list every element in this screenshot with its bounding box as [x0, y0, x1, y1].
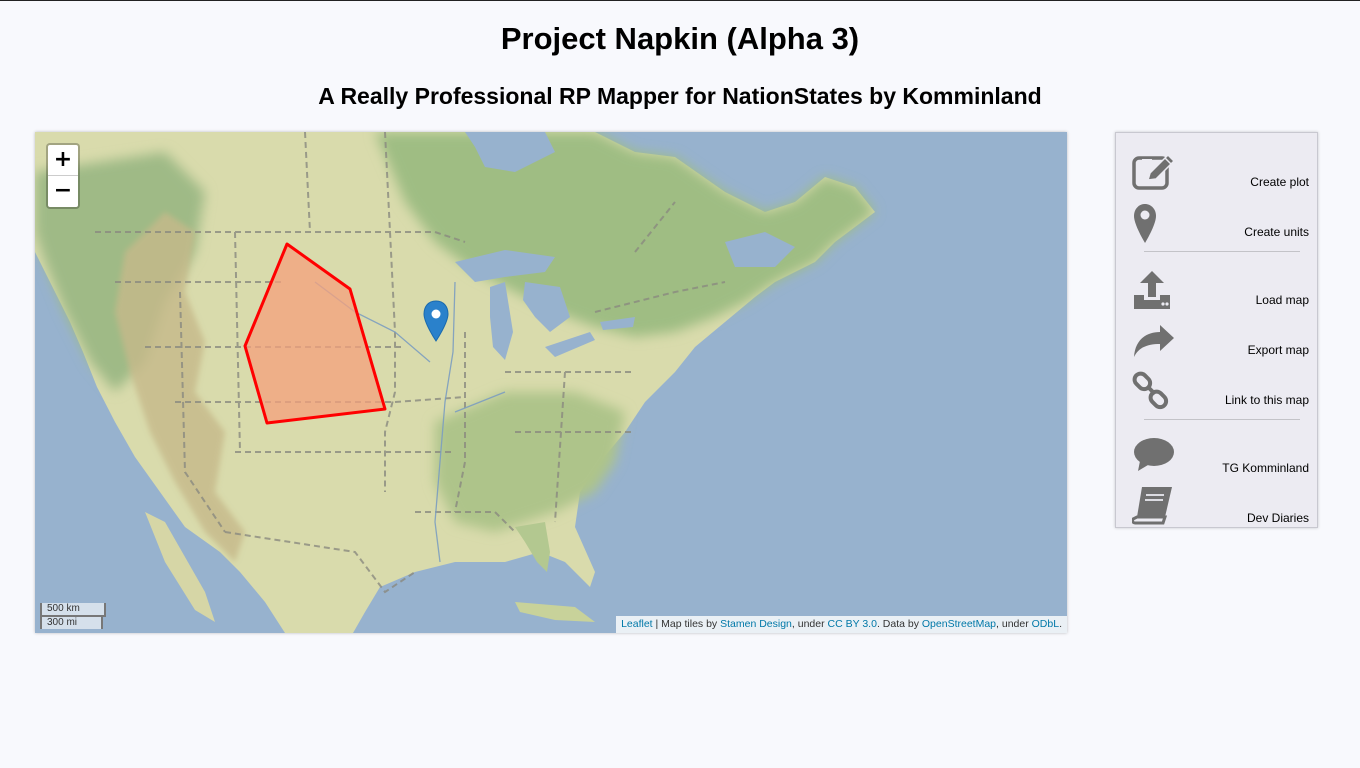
zoom-control: + −	[46, 143, 80, 209]
attribution-text-4: , under	[996, 618, 1032, 630]
export-map-label: Export map	[1247, 343, 1309, 357]
upload-icon	[1134, 271, 1170, 309]
page-title: Project Napkin (Alpha 3)	[500, 21, 860, 56]
tool-panel: Create plot Create units Load map Export…	[1115, 132, 1318, 528]
book-icon	[1132, 487, 1172, 525]
leaflet-link[interactable]: Leaflet	[621, 618, 653, 630]
dev-diaries-button[interactable]: Dev Diaries	[1116, 485, 1319, 531]
attribution-text-1: | Map tiles by	[652, 618, 721, 630]
stamen-link[interactable]: Stamen Design	[720, 618, 792, 630]
map-marker-icon	[1134, 204, 1156, 243]
share-icon	[1134, 325, 1174, 357]
page-subtitle: A Really Professional RP Mapper for Nati…	[318, 83, 1042, 109]
attribution-text-5: .	[1059, 618, 1062, 630]
odbl-link[interactable]: ODbL	[1032, 618, 1059, 630]
edit-icon	[1132, 153, 1176, 190]
zoom-out-button[interactable]: −	[48, 176, 78, 206]
map-tiles[interactable]	[35, 132, 1067, 633]
link-map-label: Link to this map	[1224, 393, 1309, 407]
ccby-link[interactable]: CC BY 3.0	[828, 618, 877, 630]
create-plot-label: Create plot	[1250, 175, 1309, 189]
menu-divider	[1144, 251, 1300, 252]
map-attribution: Leaflet | Map tiles by Stamen Design, un…	[616, 616, 1067, 633]
link-map-button[interactable]: Link to this map	[1116, 367, 1319, 413]
tg-komminland-button[interactable]: TG Komminland	[1116, 435, 1319, 481]
link-icon	[1132, 371, 1169, 410]
load-map-label: Load map	[1255, 293, 1309, 307]
zoom-in-button[interactable]: +	[48, 145, 78, 176]
map-view[interactable]: + − 500 km 300 mi Leaflet | Map tiles by…	[35, 132, 1067, 633]
export-map-button[interactable]: Export map	[1116, 317, 1319, 363]
create-units-button[interactable]: Create units	[1116, 199, 1319, 245]
tg-komminland-label: TG Komminland	[1222, 461, 1309, 475]
scale-bar: 500 km 300 mi	[40, 602, 106, 629]
load-map-button[interactable]: Load map	[1116, 267, 1319, 313]
scale-mi: 300 mi	[40, 615, 103, 629]
attribution-text-2: , under	[791, 618, 828, 630]
create-plot-button[interactable]: Create plot	[1116, 149, 1319, 195]
attribution-text-3: . Data by	[876, 618, 922, 630]
dev-diaries-label: Dev Diaries	[1246, 511, 1309, 525]
menu-divider	[1144, 419, 1300, 420]
osm-link[interactable]: OpenStreetMap	[922, 618, 996, 630]
comment-icon	[1134, 438, 1174, 471]
create-units-label: Create units	[1244, 225, 1309, 239]
